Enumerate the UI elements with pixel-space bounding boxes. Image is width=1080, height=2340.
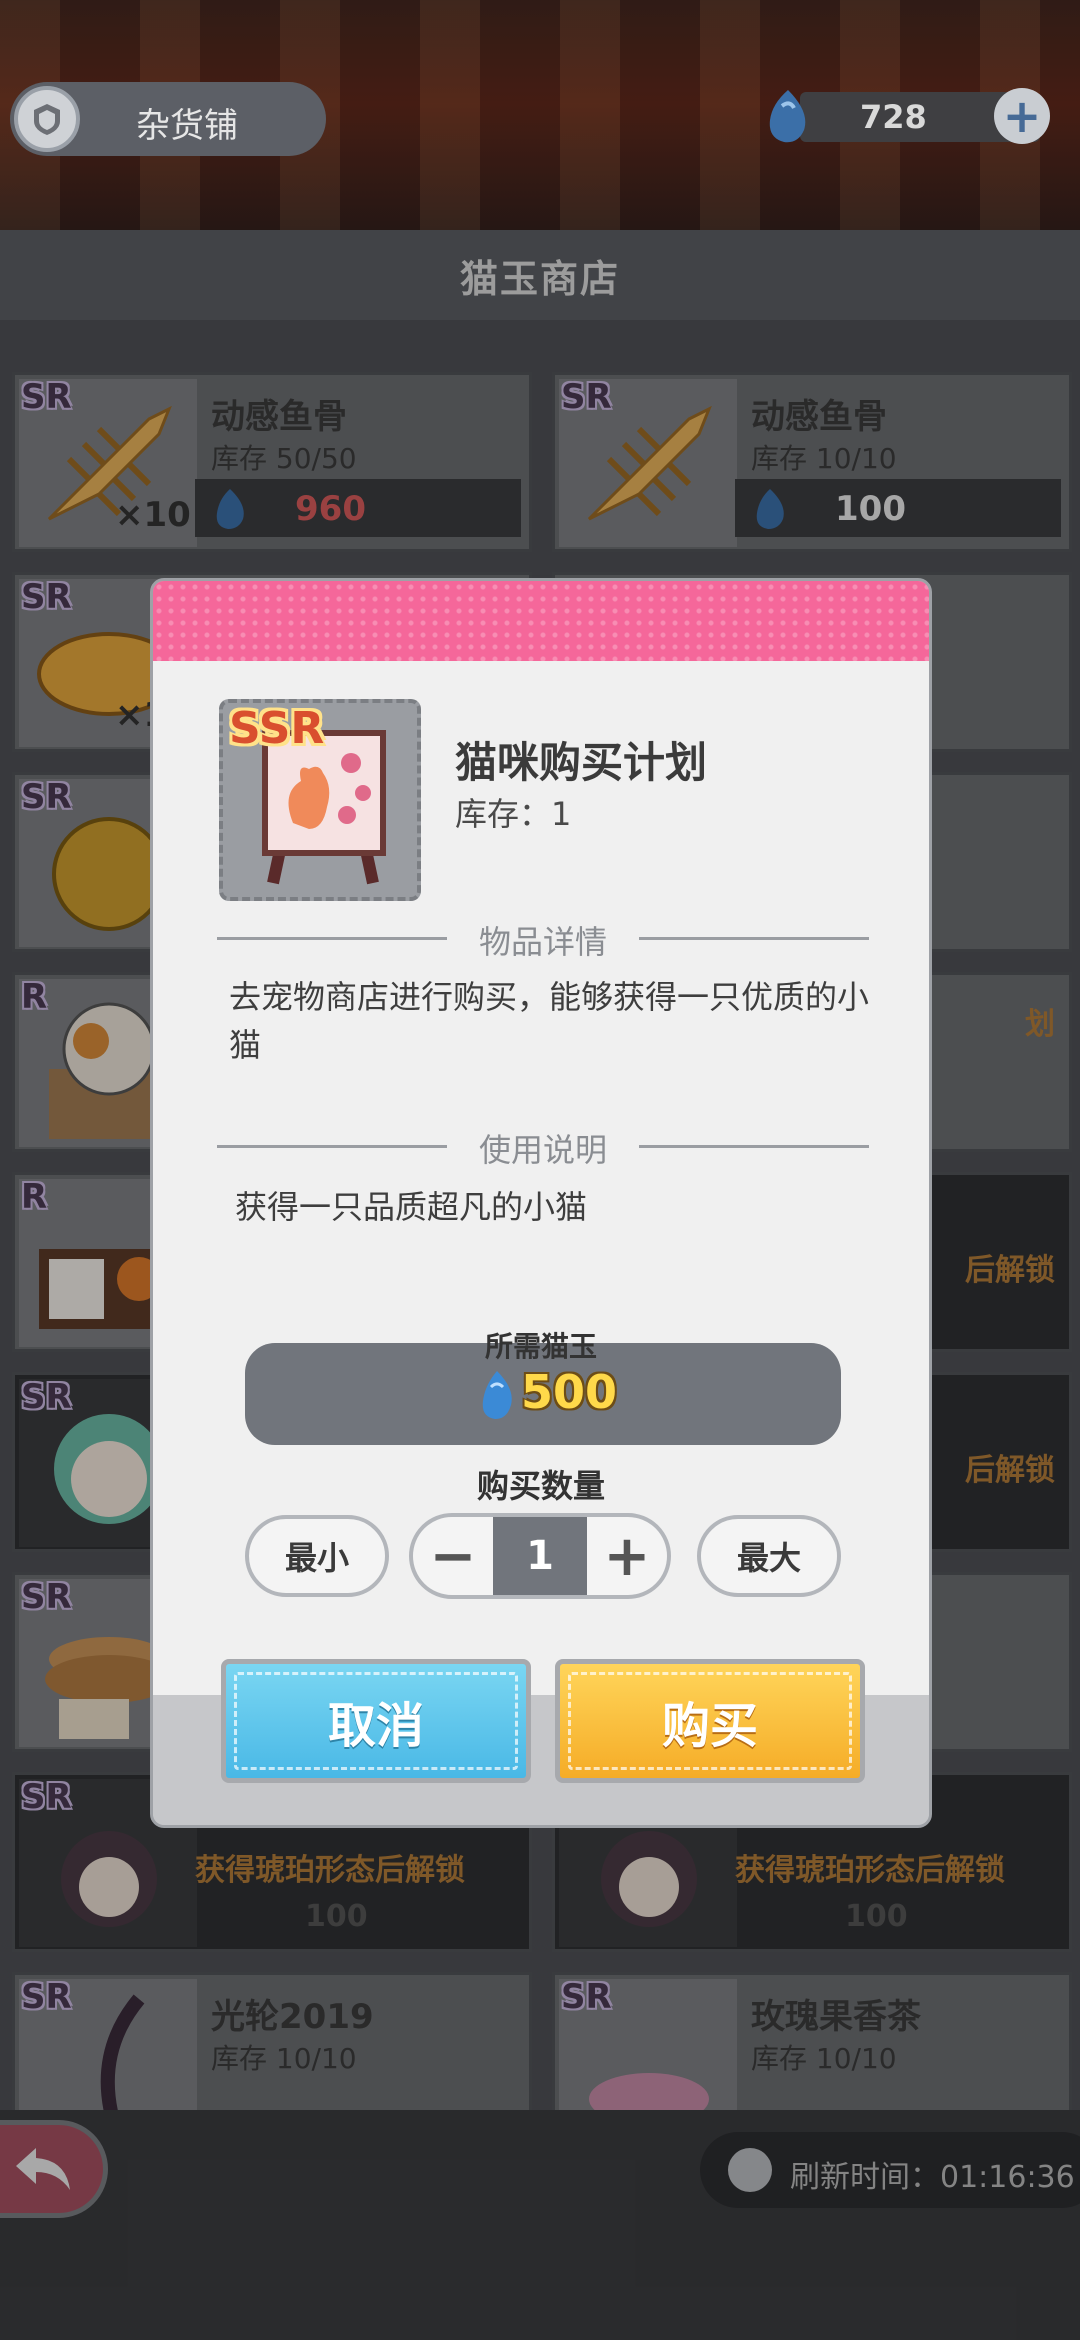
purchase-dialog: SSR 猫咪购买计划 库存：1 物品详情 去宠物商店进行购买，能够获得一只优质的… [150,578,932,1828]
cancel-button[interactable]: 取消 [221,1659,531,1783]
buy-button[interactable]: 购买 [555,1659,865,1783]
usage-divider: 使用说明 [217,1125,869,1169]
price-amount: 500 [521,1365,618,1419]
dialog-header [153,581,929,661]
max-quantity-button[interactable]: 最大 [697,1515,841,1597]
cancel-label: 取消 [327,1698,424,1754]
min-label: 最小 [284,1539,349,1577]
detail-heading: 物品详情 [478,923,607,961]
add-currency-button[interactable]: + [994,88,1050,144]
cat-jade-icon [482,1371,512,1419]
min-quantity-button[interactable]: 最小 [245,1515,389,1597]
currency-amount: 728 [860,98,927,136]
quantity-stepper: − 1 + [409,1513,671,1599]
plus-icon: + [1002,89,1042,143]
usage-heading: 使用说明 [478,1131,607,1169]
decrease-button[interactable]: − [413,1517,493,1595]
buy-label: 购买 [661,1698,758,1754]
shield-icon [14,86,80,152]
item-preview: SSR [219,699,421,901]
item-name: 猫咪购买计划 [455,738,708,787]
detail-text: 去宠物商店进行购买，能够获得一只优质的小猫 [229,978,870,1064]
cat-jade-icon [769,90,806,143]
item-stock: 库存：1 [455,795,572,833]
quantity-label: 购买数量 [476,1467,605,1505]
price-label: 所需猫玉 [484,1330,597,1363]
increase-button[interactable]: + [587,1517,667,1595]
store-name: 杂货铺 [136,106,238,146]
currency-display: 728 + [760,86,1060,146]
usage-text: 获得一只品质超凡的小猫 [235,1188,588,1226]
detail-divider: 物品详情 [217,917,869,961]
quantity-value[interactable]: 1 [493,1517,587,1595]
ssr-rarity-badge: SSR [229,703,325,754]
plus-icon: + [603,1523,651,1589]
max-label: 最大 [736,1539,801,1577]
store-selector[interactable]: 杂货铺 [10,82,326,156]
minus-icon: − [429,1523,477,1589]
